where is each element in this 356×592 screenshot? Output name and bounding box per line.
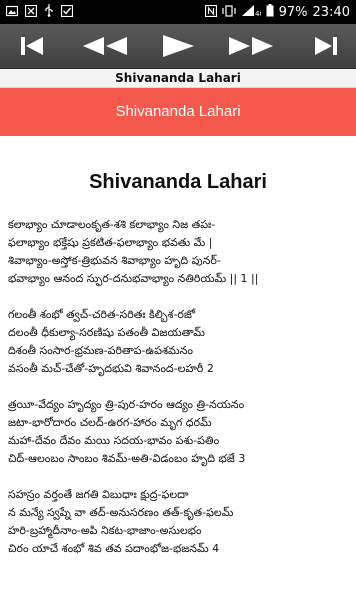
play-icon — [163, 35, 194, 57]
verse-line: మహా-దేవం దేవం మయి సదయ-భావం పశు-పతిం — [8, 434, 220, 447]
vibrate-icon — [222, 4, 236, 20]
status-bar: 4G 97% 23:40 — [0, 0, 356, 24]
skip-start-icon — [21, 37, 43, 55]
skip-end-icon — [315, 37, 337, 55]
skip-to-start-button[interactable] — [2, 24, 62, 68]
fast-forward-icon — [229, 37, 273, 55]
playback-toolbar — [0, 24, 356, 69]
verse-line: న మన్యే స్వప్నే వా తద్-అనుసరణం తత్-కృత-ఫ… — [8, 506, 234, 519]
image-icon — [5, 5, 19, 20]
content-heading: Shivananda Lahari — [89, 171, 267, 193]
verse-line: దిశంతీ సంసార-భ్రమణ-పరితాప-ఉపశమనం — [8, 344, 193, 357]
status-left-icons — [5, 4, 74, 20]
verse-line: దలంతీ ధీకుల్యా-సరణిషు పతంతీ విజయతామ్ — [8, 326, 205, 339]
skip-to-end-button[interactable] — [296, 24, 356, 68]
check-box-icon — [60, 4, 74, 20]
verse-line: చిద్-ఆలంబం సాంబం శివమ్-అతి-విడంబం హృది భ… — [8, 452, 246, 465]
verse-line: ఫలాభ్యాం భక్తేషు ప్రకటిత-ఫలాభ్యాం భవతు మ… — [8, 236, 213, 249]
verse-line: చిరం యాచే శంభో శివ తవ పదాంభోజ-భజనమ్ 4 — [8, 542, 220, 555]
fast-forward-button[interactable] — [221, 24, 283, 68]
window-title: Shivananda Lahari — [0, 69, 356, 88]
rewind-button[interactable] — [73, 24, 135, 68]
verse-line: కలాభ్యాం చూడాలంకృత-శశి కలాభ్యాం నిజ తపః- — [8, 218, 216, 231]
close-box-icon — [24, 4, 38, 20]
verse-line: హరి-బ్రహ్మాదీనాం-అపి నికట-భాజాం-అసులభం — [8, 524, 202, 537]
header-banner: Shivananda Lahari — [0, 88, 356, 136]
svg-text:4G: 4G — [255, 10, 261, 17]
battery-icon — [266, 4, 274, 20]
stanza-1: కలాభ్యాం చూడాలంకృత-శశి కలాభ్యాం నిజ తపః-… — [8, 216, 348, 288]
stanza-3: త్రయీ-వేద్యం హృద్యం త్రి-పుర-హరం ఆద్యం త… — [8, 396, 348, 468]
clock: 23:40 — [312, 4, 350, 20]
verse-line: జటా-భారోదారం చలద్-ఉరగ-హారం మృగ ధరమ్ — [8, 416, 212, 429]
verse-line: భవాభ్యాం ఆనంద స్ఫుర-దనుభవాభ్యాం నతిరియమ్… — [8, 272, 259, 285]
status-right-icons: 4G 97% 23:40 — [204, 4, 350, 20]
verse-line: త్రయీ-వేద్యం హృద్యం త్రి-పుర-హరం ఆద్యం త… — [8, 398, 245, 411]
play-button[interactable] — [148, 24, 208, 68]
verse-line: వసంతీ మచ్-చేతో-హృదభువి శివానంద-లహరీ 2 — [8, 362, 214, 375]
rewind-icon — [83, 37, 127, 55]
verse-line: గలంతీ శంభో త్వచ్-చరిత-సరితః కిల్బిశ-రజో — [8, 308, 196, 321]
stanza-2: గలంతీ శంభో త్వచ్-చరిత-సరితః కిల్బిశ-రజో … — [8, 306, 348, 378]
stanza-4: సహస్రం వర్తంతే జగతి విబుధాః క్షుద్ర-ఫలదా… — [8, 486, 348, 558]
verse-line: సహస్రం వర్తంతే జగతి విబుధాః క్షుద్ర-ఫలదా — [8, 488, 189, 501]
usb-icon — [44, 4, 54, 20]
battery-percentage: 97% — [278, 4, 308, 20]
verse-line: శివాభ్యాం-అస్తోక-త్రిభువన శివాభ్యాం హృది… — [8, 254, 221, 267]
signal-icon: 4G — [241, 4, 265, 20]
nfc-icon — [204, 4, 217, 20]
lyrics-content[interactable]: Shivananda Lahari కలాభ్యాం చూడాలంకృత-శశి… — [0, 137, 356, 592]
